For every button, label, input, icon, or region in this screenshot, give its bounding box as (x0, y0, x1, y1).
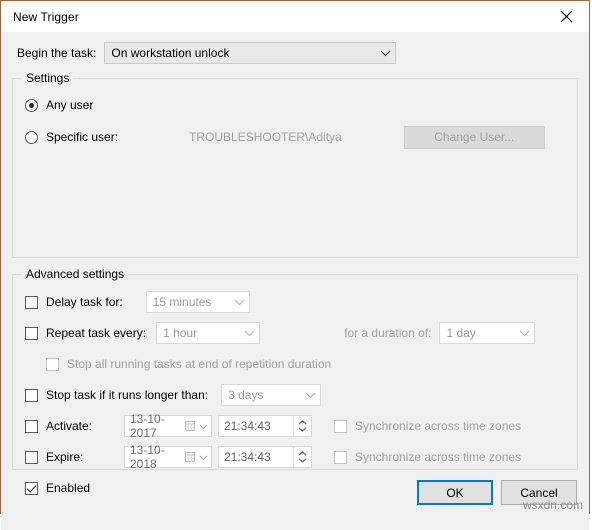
duration-value: 1 day (446, 326, 476, 340)
close-button[interactable] (544, 1, 589, 32)
stop-longer-checkbox[interactable] (25, 388, 38, 402)
delay-task-label: Delay task for: (46, 295, 123, 309)
title-bar: New Trigger (1, 1, 589, 32)
activate-checkbox[interactable] (25, 419, 38, 433)
stop-longer-row: Stop task if it runs longer than: 3 days (25, 384, 565, 406)
repeat-task-checkbox[interactable] (25, 326, 38, 340)
stop-longer-combo[interactable]: 3 days (221, 384, 322, 406)
stop-all-tasks-label: Stop all running tasks at end of repetit… (67, 357, 332, 371)
chevron-down-icon (230, 298, 249, 306)
activate-date-value: 13-10-2017 (130, 412, 165, 440)
close-icon (560, 10, 573, 23)
activate-time-spinner[interactable] (293, 416, 311, 436)
advanced-settings-content: Delay task for: 15 minutes Repeat task e… (13, 275, 577, 499)
expire-time-spinner[interactable] (293, 447, 311, 467)
duration-combo[interactable]: 1 day (439, 322, 536, 344)
duration-label: for a duration of: (344, 326, 432, 340)
expire-sync-checkbox[interactable] (334, 450, 347, 464)
enabled-checkbox[interactable] (25, 481, 38, 495)
begin-task-combo[interactable]: On workstation unlock (104, 42, 397, 64)
stop-all-tasks-checkbox[interactable] (46, 357, 59, 371)
advanced-settings-legend: Advanced settings (22, 267, 129, 281)
any-user-row[interactable]: Any user (25, 95, 565, 115)
any-user-label: Any user (46, 98, 94, 112)
settings-content: Any user Specific user: TROUBLESHOOTER\A… (13, 79, 577, 149)
begin-task-label: Begin the task: (17, 46, 97, 60)
activate-date-field[interactable]: 13-10-2017 (124, 412, 212, 440)
expire-label: Expire: (46, 450, 84, 464)
chevron-down-icon (515, 329, 534, 337)
expire-date-field[interactable]: 13-10-2018 (124, 443, 212, 471)
activate-time-value: 21:34:43 (224, 419, 271, 433)
enabled-label: Enabled (46, 481, 91, 495)
delay-task-checkbox[interactable] (25, 295, 38, 309)
delay-task-value: 15 minutes (152, 295, 212, 309)
specific-user-value: TROUBLESHOOTER\Aditya (189, 130, 342, 144)
chevron-down-icon (376, 49, 395, 57)
delay-task-combo[interactable]: 15 minutes (145, 291, 250, 313)
activate-sync-label: Synchronize across time zones (355, 419, 522, 433)
begin-task-row: Begin the task: On workstation unlock (12, 42, 578, 64)
activate-row: Activate: 13-10-2017 21:34:43 Synchroniz… (25, 412, 565, 440)
any-user-radio[interactable] (25, 98, 38, 112)
activate-label: Activate: (46, 419, 93, 433)
chevron-down-icon (240, 329, 259, 337)
expire-checkbox[interactable] (25, 450, 38, 464)
stop-longer-value: 3 days (228, 388, 264, 402)
calendar-icon[interactable] (185, 451, 211, 463)
repeat-task-row: Repeat task every: 1 hour for a duration… (25, 322, 565, 344)
expire-time-value: 21:34:43 (224, 450, 271, 464)
change-user-button[interactable]: Change User... (403, 125, 545, 149)
activate-sync-checkbox[interactable] (334, 419, 347, 433)
expire-time-field[interactable]: 21:34:43 (218, 446, 312, 468)
stop-all-tasks-row: Stop all running tasks at end of repetit… (46, 353, 565, 375)
stop-longer-label: Stop task if it runs longer than: (46, 388, 209, 402)
activate-time-field[interactable]: 21:34:43 (218, 415, 312, 437)
settings-legend: Settings (22, 71, 74, 85)
new-trigger-dialog: New Trigger Begin the task: On workstati… (0, 0, 590, 530)
advanced-settings-group: Advanced settings Delay task for: 15 min… (12, 267, 578, 495)
window-title: New Trigger (13, 9, 79, 24)
repeat-task-value: 1 hour (163, 326, 198, 340)
watermark: wsxdn.com (522, 498, 583, 512)
chevron-down-icon (301, 391, 320, 399)
begin-task-value: On workstation unlock (111, 46, 230, 60)
enabled-row: Enabled (25, 477, 565, 499)
repeat-task-combo[interactable]: 1 hour (156, 322, 261, 344)
calendar-icon[interactable] (185, 420, 211, 432)
specific-user-radio[interactable] (25, 130, 38, 144)
delay-task-row: Delay task for: 15 minutes (25, 291, 565, 313)
dialog-body: Begin the task: On workstation unlock Se… (1, 32, 589, 495)
specific-user-label: Specific user: (46, 130, 119, 144)
expire-date-value: 13-10-2018 (130, 443, 165, 471)
expire-row: Expire: 13-10-2018 21:34:43 Synchronize … (25, 443, 565, 471)
expire-sync-label: Synchronize across time zones (355, 450, 522, 464)
settings-group: Settings Any user Specific user: TROUBLE… (12, 71, 578, 258)
specific-user-row[interactable]: Specific user: TROUBLESHOOTER\Aditya Cha… (25, 125, 565, 149)
repeat-task-label: Repeat task every: (46, 326, 147, 340)
